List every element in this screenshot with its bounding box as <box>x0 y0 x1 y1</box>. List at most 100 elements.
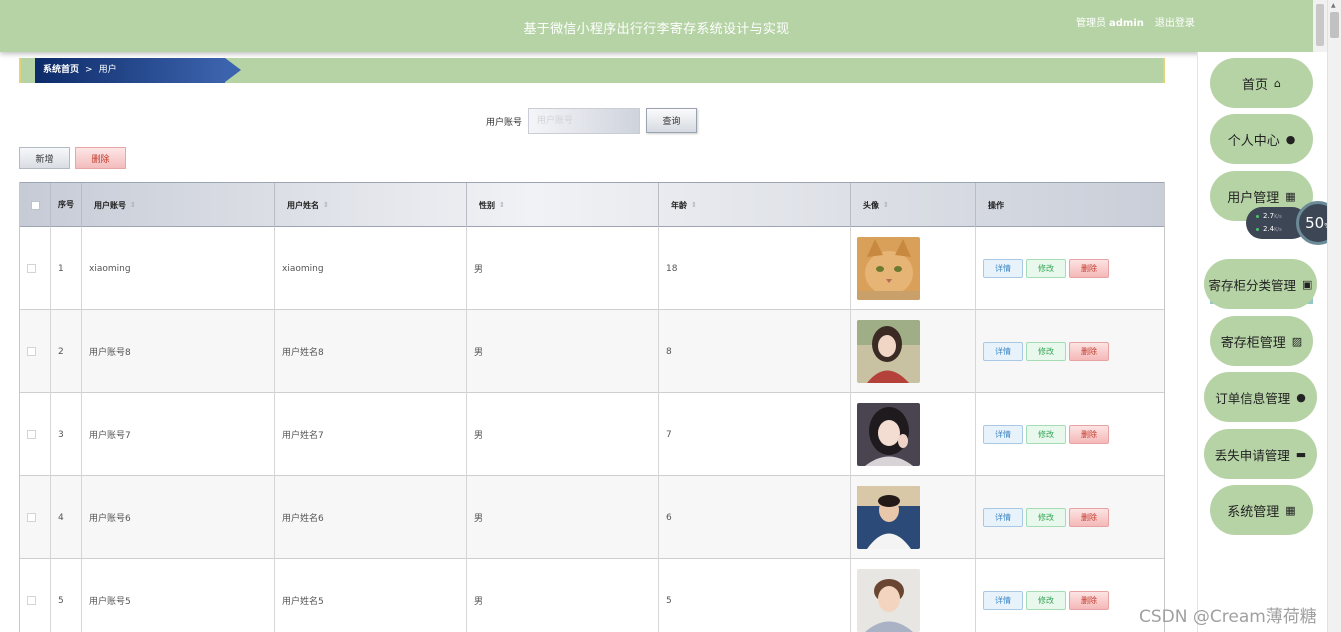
edit-button[interactable]: 修改 <box>1026 342 1066 361</box>
portrait-avatar-image <box>857 403 920 466</box>
edit-button[interactable]: 修改 <box>1026 425 1066 444</box>
row-gender: 男 <box>467 476 659 559</box>
role-label: 管理员 <box>1076 18 1106 29</box>
delete-button[interactable]: 删除 <box>1069 508 1109 527</box>
row-index: 3 <box>51 393 82 476</box>
breadcrumb: 系统首页 > 用户 <box>35 58 241 83</box>
avatar <box>857 237 920 300</box>
top-header: 基于微信小程序出行行李寄存系统设计与实现 管理员 admin 退出登录 <box>0 0 1313 52</box>
row-name: 用户姓名6 <box>275 476 467 559</box>
row-checkbox[interactable] <box>27 264 36 273</box>
portrait-avatar-image <box>857 486 920 549</box>
sidebar-item-home[interactable]: 首页 ⌂ <box>1210 58 1313 108</box>
sort-icon[interactable]: ⇕ <box>499 201 505 209</box>
breadcrumb-home[interactable]: 系统首页 <box>43 65 79 75</box>
row-name: 用户姓名7 <box>275 393 467 476</box>
column-header-gender[interactable]: 性别 ⇕ <box>467 183 659 227</box>
batch-delete-button[interactable]: 删除 <box>75 147 126 169</box>
table-row: 2 用户账号8 用户姓名8 男 8 详情 修改 删除 <box>20 310 1164 393</box>
row-index: 4 <box>51 476 82 559</box>
sidebar-item-label: 丢失申请管理 <box>1214 447 1290 463</box>
sort-icon[interactable]: ⇕ <box>691 201 697 209</box>
column-label-gender: 性别 <box>479 200 495 210</box>
row-checkbox-cell <box>20 476 51 559</box>
column-label-avatar: 头像 <box>863 200 879 210</box>
avatar <box>857 403 920 466</box>
column-label-age: 年龄 <box>671 200 687 210</box>
sidebar-item-label: 寄存柜管理 <box>1220 335 1286 351</box>
avatar <box>857 569 920 632</box>
sidebar-item-label: 系统管理 <box>1227 504 1280 520</box>
search-input[interactable] <box>528 108 640 134</box>
row-avatar-cell <box>851 227 976 310</box>
page-scrollbar[interactable]: ▲ <box>1327 0 1341 632</box>
download-value: 2.4 <box>1263 225 1275 233</box>
delete-button[interactable]: 删除 <box>1069 591 1109 610</box>
row-ops: 详情 修改 删除 <box>976 393 1164 476</box>
sidebar-item-system[interactable]: 系统管理 ▦ <box>1210 485 1313 535</box>
row-checkbox[interactable] <box>27 347 36 356</box>
detail-button[interactable]: 详情 <box>983 591 1023 610</box>
row-gender: 男 <box>467 310 659 393</box>
usage-percent: 50 <box>1305 214 1325 232</box>
row-account: xiaoming <box>82 227 275 310</box>
row-gender: 男 <box>467 393 659 476</box>
edit-button[interactable]: 修改 <box>1026 591 1066 610</box>
column-label-account: 用户账号 <box>94 200 126 210</box>
username: admin <box>1109 18 1144 29</box>
sidebar-item-profile[interactable]: 个人中心 ● <box>1210 114 1313 164</box>
row-checkbox[interactable] <box>27 430 36 439</box>
row-checkbox[interactable] <box>27 513 36 522</box>
row-name: xiaoming <box>275 227 467 310</box>
edit-button[interactable]: 修改 <box>1026 259 1066 278</box>
column-header-ops: 操作 <box>988 200 1004 210</box>
sidebar-item-loss-applications[interactable]: 丢失申请管理 ▬ <box>1204 429 1317 479</box>
row-checkbox-cell <box>20 310 51 393</box>
detail-button[interactable]: 详情 <box>983 259 1023 278</box>
column-header-age[interactable]: 年龄 ⇕ <box>659 183 851 227</box>
column-header-account[interactable]: 用户账号 ⇕ <box>82 183 275 227</box>
user-table: 序号 用户账号 ⇕ 用户姓名 ⇕ 性别 ⇕ 年龄 ⇕ 头像 ⇕ 操作 1 xiaoming… <box>19 182 1165 632</box>
add-button[interactable]: 新增 <box>19 147 70 169</box>
edit-button[interactable]: 修改 <box>1026 508 1066 527</box>
logout-link[interactable]: 退出登录 <box>1155 18 1195 29</box>
detail-button[interactable]: 详情 <box>983 425 1023 444</box>
user-info: 管理员 admin 退出登录 <box>1076 14 1195 29</box>
person-icon: ● <box>1296 390 1306 404</box>
delete-button[interactable]: 删除 <box>1069 259 1109 278</box>
scroll-up-icon[interactable]: ▲ <box>1331 2 1336 9</box>
briefcase-icon: ▬ <box>1295 447 1307 461</box>
sidebar-item-orders[interactable]: 订单信息管理 ● <box>1204 372 1317 422</box>
upload-speed: 2.7K/s <box>1256 212 1282 220</box>
row-account: 用户账号7 <box>82 393 275 476</box>
select-all-checkbox[interactable] <box>20 183 51 227</box>
row-checkbox[interactable] <box>27 596 36 605</box>
column-label-name: 用户姓名 <box>287 200 319 210</box>
sort-icon[interactable]: ⇕ <box>883 201 889 209</box>
row-avatar-cell <box>851 393 976 476</box>
sidebar-item-label: 首页 <box>1242 77 1269 93</box>
row-ops: 详情 修改 删除 <box>976 227 1164 310</box>
detail-button[interactable]: 详情 <box>983 342 1023 361</box>
row-age: 6 <box>659 476 851 559</box>
header-scrollbar-thumb[interactable] <box>1316 4 1324 46</box>
row-name: 用户姓名8 <box>275 310 467 393</box>
sidebar-item-locker[interactable]: 寄存柜管理 ▨ <box>1210 316 1313 366</box>
breadcrumb-separator: > <box>85 65 93 75</box>
table-row: 5 用户账号5 用户姓名5 男 5 详情 修改 删除 <box>20 559 1164 632</box>
detail-button[interactable]: 详情 <box>983 508 1023 527</box>
upload-value: 2.7 <box>1263 212 1275 220</box>
sort-icon[interactable]: ⇕ <box>323 201 329 209</box>
row-avatar-cell <box>851 476 976 559</box>
search-button[interactable]: 查询 <box>646 108 697 133</box>
download-speed: 2.4K/s <box>1256 225 1282 233</box>
sidebar-item-locker-category[interactable]: 寄存柜分类管理 ▣ <box>1204 259 1317 309</box>
sort-icon[interactable]: ⇕ <box>130 201 136 209</box>
page-scrollbar-thumb[interactable] <box>1330 12 1339 38</box>
column-header-name[interactable]: 用户姓名 ⇕ <box>275 183 467 227</box>
delete-button[interactable]: 删除 <box>1069 342 1109 361</box>
delete-button[interactable]: 删除 <box>1069 425 1109 444</box>
header-scrollbar[interactable] <box>1313 0 1327 52</box>
column-header-avatar[interactable]: 头像 ⇕ <box>851 183 976 227</box>
row-index: 5 <box>51 559 82 632</box>
